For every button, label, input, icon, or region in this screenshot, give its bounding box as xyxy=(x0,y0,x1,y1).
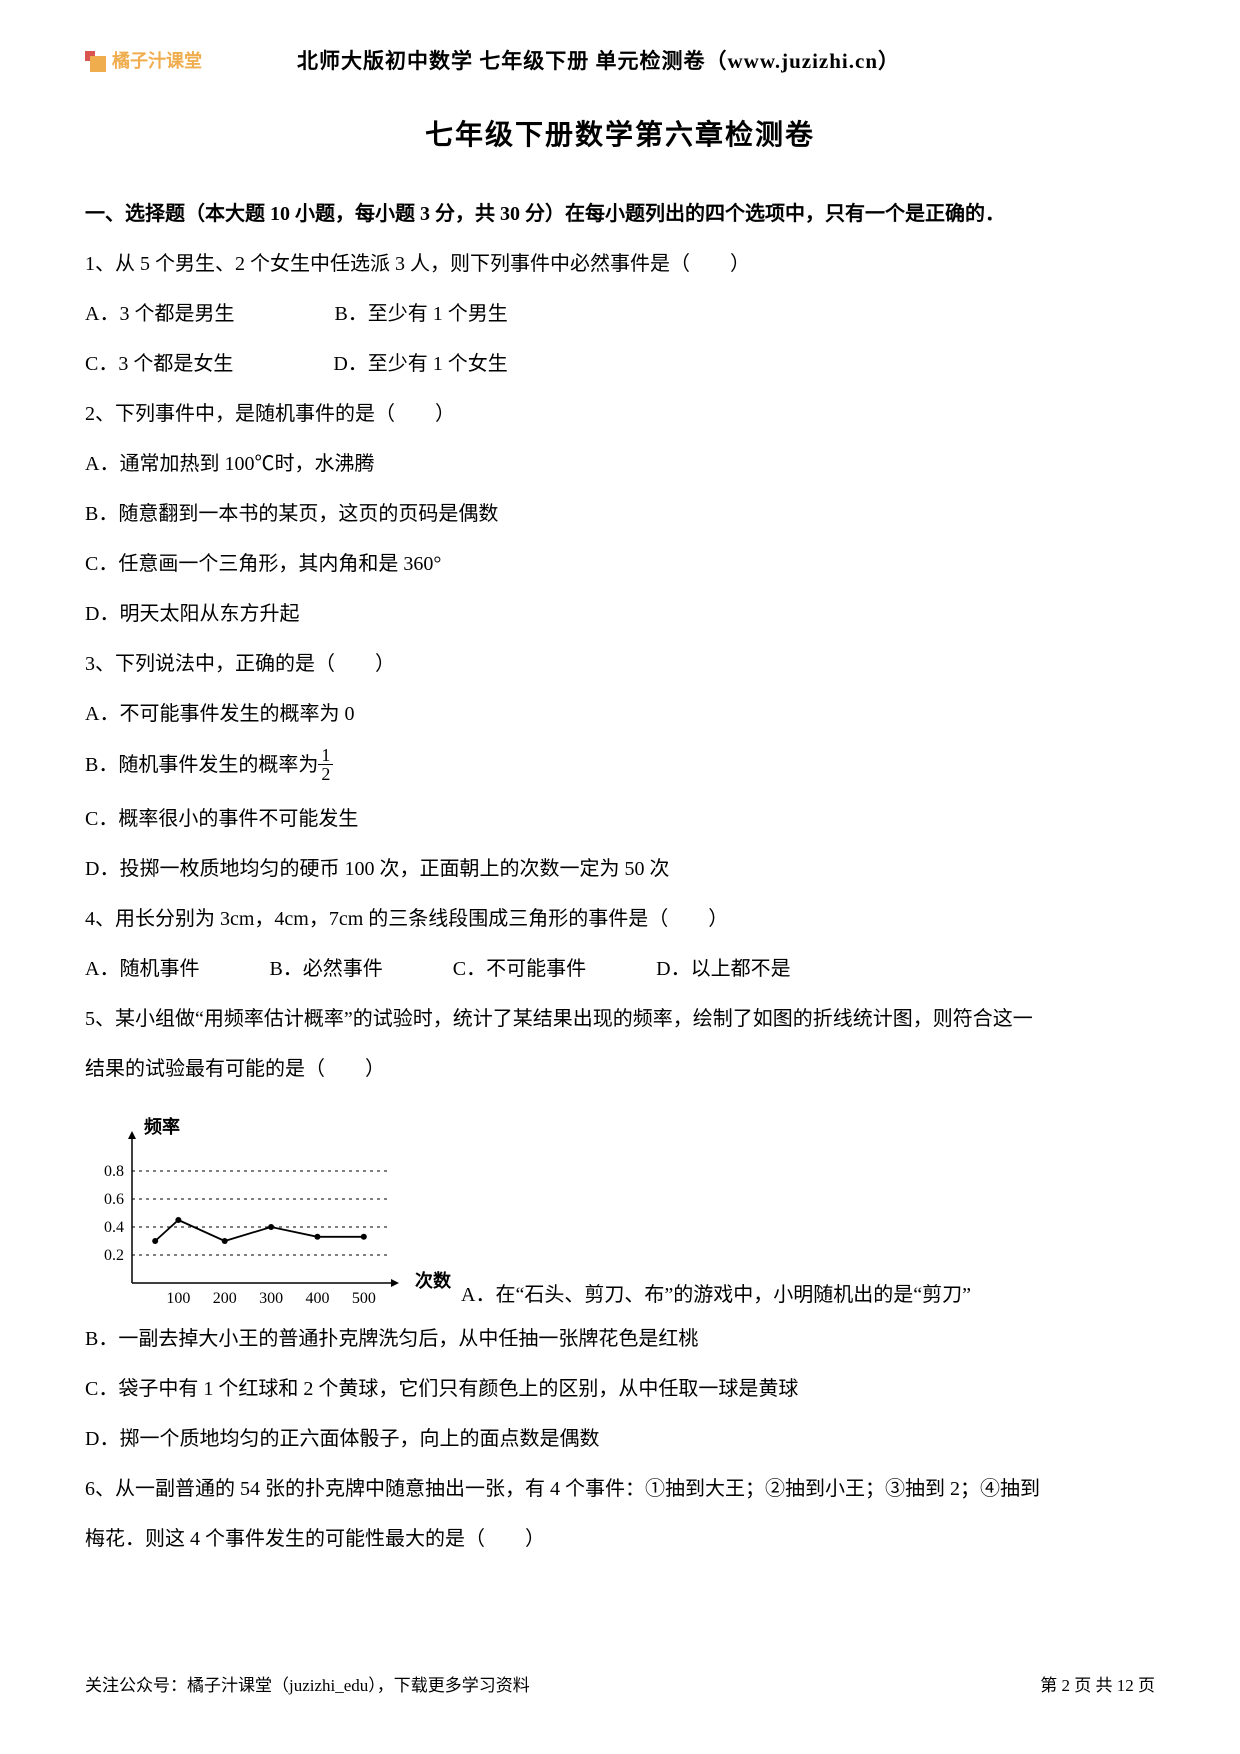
q1-options-row-1: A．3 个都是男生 B．至少有 1 个男生 xyxy=(85,298,1155,330)
q2-option-c: C．任意画一个三角形，其内角和是 360° xyxy=(85,548,1155,580)
page-header: 橘子汁课堂 北师大版初中数学 七年级下册 单元检测卷（www.juzizhi.c… xyxy=(85,40,1155,79)
header-title: 北师大版初中数学 七年级下册 单元检测卷（www.juzizhi.cn） xyxy=(297,45,900,79)
fraction-one-half: 12 xyxy=(318,746,333,783)
q2-stem: 2、下列事件中，是随机事件的是（ ） xyxy=(85,398,1155,430)
svg-text:300: 300 xyxy=(259,1290,283,1307)
q3-option-a: A．不可能事件发生的概率为 0 xyxy=(85,698,1155,730)
q5-option-a: A．在“石头、剪刀、布”的游戏中，小明随机出的是“剪刀” xyxy=(461,1279,971,1311)
q5-chart: 频率 0.2 0.4 0.6 0.8 100 200 300 400 500 次数 xyxy=(85,1113,451,1313)
q3-option-d: D．投掷一枚质地均匀的硬币 100 次，正面朝上的次数一定为 50 次 xyxy=(85,853,1155,885)
line-chart-svg: 频率 0.2 0.4 0.6 0.8 100 200 300 400 500 xyxy=(77,1113,407,1313)
q5-stem-line-2: 结果的试验最有可能的是（ ） xyxy=(85,1053,1155,1085)
chart-xlabel: 次数 xyxy=(415,1267,451,1296)
page-footer: 关注公众号：橘子汁课堂（juzizhi_edu），下载更多学习资料 第 2 页 … xyxy=(85,1672,1155,1699)
logo-icon xyxy=(85,51,107,73)
q1-option-b: B．至少有 1 个男生 xyxy=(334,298,507,330)
section-1-title: 一、选择题（本大题 10 小题，每小题 3 分，共 30 分）在每小题列出的四个… xyxy=(85,198,1155,230)
q1-stem: 1、从 5 个男生、2 个女生中任选派 3 人，则下列事件中必然事件是（ ） xyxy=(85,248,1155,280)
q4-option-c: C．不可能事件 xyxy=(453,953,586,985)
q1-options-row-2: C．3 个都是女生 D．至少有 1 个女生 xyxy=(85,348,1155,380)
svg-text:0.8: 0.8 xyxy=(104,1163,124,1180)
svg-text:100: 100 xyxy=(166,1290,190,1307)
logo-text: 橘子汁课堂 xyxy=(112,47,202,76)
q4-options-row: A．随机事件 B．必然事件 C．不可能事件 D．以上都不是 xyxy=(85,953,1155,985)
q2-option-a: A．通常加热到 100℃时，水沸腾 xyxy=(85,448,1155,480)
q4-option-b: B．必然事件 xyxy=(269,953,382,985)
q3-b-prefix: B．随机事件发生的概率为 xyxy=(85,754,318,776)
svg-text:0.6: 0.6 xyxy=(104,1191,124,1208)
svg-text:0.4: 0.4 xyxy=(104,1219,124,1236)
q5-stem-line-1: 5、某小组做“用频率估计概率”的试验时，统计了某结果出现的频率，绘制了如图的折线… xyxy=(85,1003,1155,1035)
q2-option-b: B．随意翻到一本书的某页，这页的页码是偶数 xyxy=(85,498,1155,530)
q2-option-d: D．明天太阳从东方升起 xyxy=(85,598,1155,630)
logo: 橘子汁课堂 xyxy=(85,47,202,76)
q1-option-d: D．至少有 1 个女生 xyxy=(333,348,507,380)
q6-stem-line-1: 6、从一副普通的 54 张的扑克牌中随意抽出一张，有 4 个事件：①抽到大王；②… xyxy=(85,1473,1155,1505)
footer-right: 第 2 页 共 12 页 xyxy=(1040,1672,1155,1699)
q5-option-b: B．一副去掉大小王的普通扑克牌洗匀后，从中任抽一张牌花色是红桃 xyxy=(85,1323,1155,1355)
q4-option-a: A．随机事件 xyxy=(85,953,199,985)
svg-text:400: 400 xyxy=(305,1290,329,1307)
q3-option-c: C．概率很小的事件不可能发生 xyxy=(85,803,1155,835)
svg-text:频率: 频率 xyxy=(144,1116,180,1137)
svg-text:500: 500 xyxy=(352,1290,376,1307)
q1-option-a: A．3 个都是男生 xyxy=(85,298,234,330)
svg-text:0.2: 0.2 xyxy=(104,1247,124,1264)
q4-stem: 4、用长分别为 3cm，4cm，7cm 的三条线段围成三角形的事件是（ ） xyxy=(85,903,1155,935)
q5-option-d: D．掷一个质地均匀的正六面体骰子，向上的面点数是偶数 xyxy=(85,1423,1155,1455)
q4-option-d: D．以上都不是 xyxy=(656,953,790,985)
q5-option-c: C．袋子中有 1 个红球和 2 个黄球，它们只有颜色上的区别，从中任取一球是黄球 xyxy=(85,1373,1155,1405)
q3-stem: 3、下列说法中，正确的是（ ） xyxy=(85,648,1155,680)
q3-option-b: B．随机事件发生的概率为12 xyxy=(85,748,1155,785)
svg-text:200: 200 xyxy=(213,1290,237,1307)
q1-option-c: C．3 个都是女生 xyxy=(85,348,233,380)
main-title: 七年级下册数学第六章检测卷 xyxy=(85,114,1155,159)
q6-stem-line-2: 梅花．则这 4 个事件发生的可能性最大的是（ ） xyxy=(85,1523,1155,1555)
q5-chart-and-option-a: 频率 0.2 0.4 0.6 0.8 100 200 300 400 500 次数 A．在“石头、… xyxy=(85,1103,1155,1323)
footer-left: 关注公众号：橘子汁课堂（juzizhi_edu），下载更多学习资料 xyxy=(85,1672,530,1699)
